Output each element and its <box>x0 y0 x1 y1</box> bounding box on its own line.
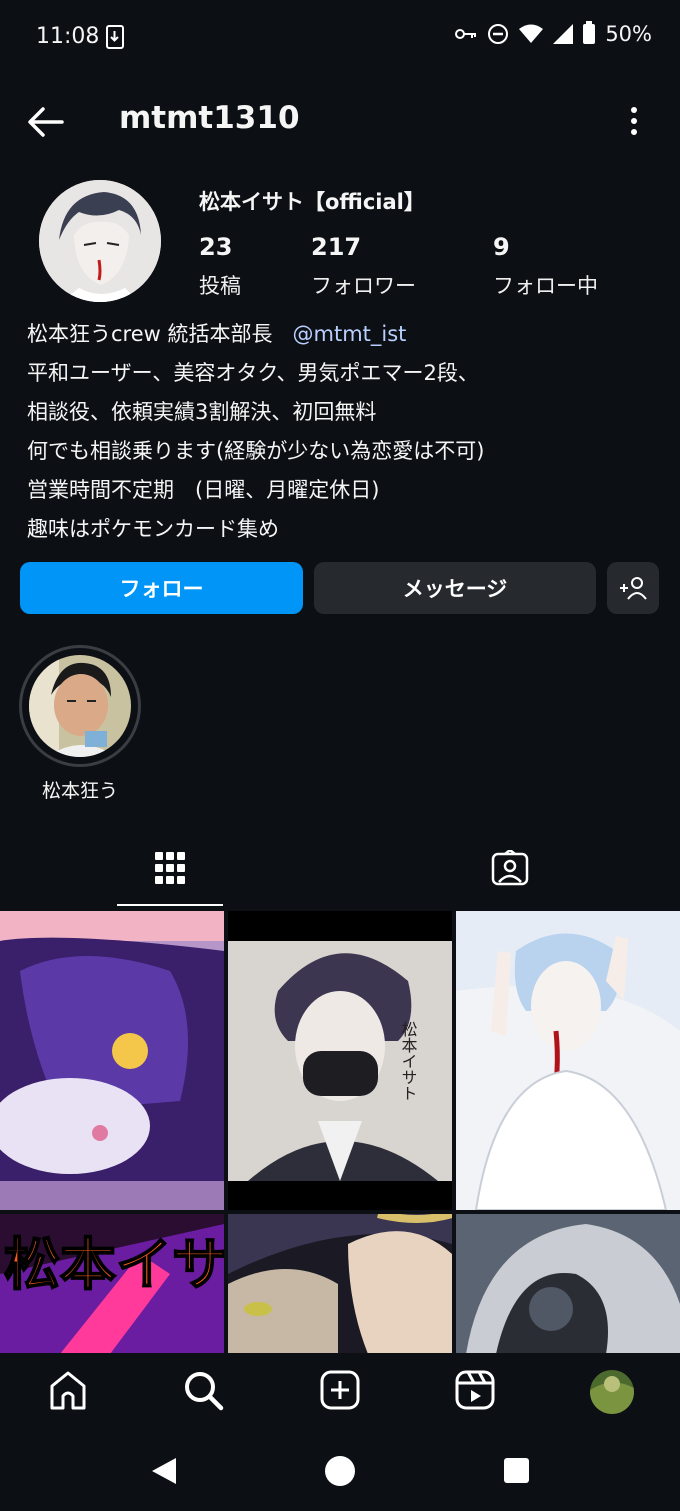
highlight-label[interactable]: 松本狂う <box>20 776 140 803</box>
posts-count[interactable]: 23 <box>199 233 232 261</box>
following-label[interactable]: フォロー中 <box>493 270 598 300</box>
vpn-key-icon <box>455 29 477 39</box>
recents-square-icon[interactable] <box>504 1458 529 1483</box>
highlight-cover[interactable] <box>29 655 131 757</box>
wifi-icon <box>519 24 544 43</box>
post-thumbnail[interactable] <box>456 1214 680 1354</box>
bio-line: 松本狂うcrew 統括本部長 <box>27 322 273 346</box>
add-person-icon <box>620 577 647 600</box>
bio-line: 相談役、依頼実績3割解決、初回無料 <box>27 400 377 424</box>
more-options-icon[interactable] <box>630 106 638 136</box>
download-notification-icon <box>106 25 124 49</box>
post-thumbnail[interactable] <box>228 1214 452 1354</box>
tagged-person-icon[interactable] <box>491 848 529 886</box>
follow-button[interactable]: フォロー <box>20 562 303 614</box>
artwork-signature: 松本イサト <box>399 1021 418 1101</box>
active-tab-indicator <box>117 904 223 906</box>
back-arrow-icon[interactable] <box>24 100 68 144</box>
bio-line: 何でも相談乗ります(経験が少ない為恋愛は不可) <box>27 439 485 463</box>
suggest-users-button[interactable] <box>607 562 659 614</box>
profile-bio: 松本狂うcrew 統括本部長 @mtmt_ist 平和ユーザー、美容オタク、男気ポ… <box>27 315 657 549</box>
following-count[interactable]: 9 <box>493 233 510 261</box>
followers-label[interactable]: フォロワー <box>311 270 416 300</box>
back-triangle-icon[interactable] <box>150 1456 178 1486</box>
profile-avatar-nav[interactable] <box>590 1370 634 1414</box>
create-icon[interactable] <box>318 1368 362 1412</box>
display-name: 松本イサト【official】 <box>199 190 425 214</box>
signal-icon <box>553 24 574 44</box>
post-thumbnail[interactable]: 松本イサト <box>228 911 452 1210</box>
post-thumbnail[interactable]: 松本イサト <box>0 1214 224 1354</box>
home-icon[interactable] <box>46 1368 90 1412</box>
followers-count[interactable]: 217 <box>311 233 361 261</box>
bio-line: 趣味はポケモンカード集め <box>27 517 279 541</box>
battery-percent: 50% <box>605 22 652 46</box>
posts-label[interactable]: 投稿 <box>199 270 241 300</box>
artwork-lettering: 松本イサト <box>4 1233 224 1298</box>
status-icons: 50% <box>455 21 652 46</box>
battery-icon <box>583 21 596 44</box>
post-thumbnail[interactable] <box>0 911 224 1210</box>
status-time: 11:08 <box>36 24 100 49</box>
bio-line: 営業時間不定期 (日曜、月曜定休日) <box>27 478 380 502</box>
bio-mention-link[interactable]: @mtmt_ist <box>293 322 407 346</box>
dnd-icon <box>488 24 509 44</box>
reels-icon[interactable] <box>453 1368 497 1412</box>
post-thumbnail[interactable] <box>456 911 680 1210</box>
bio-line: 平和ユーザー、美容オタク、男気ポエマー2段、 <box>27 361 479 385</box>
home-circle-icon[interactable] <box>325 1456 355 1486</box>
message-button[interactable]: メッセージ <box>314 562 596 614</box>
profile-username: mtmt1310 <box>119 100 300 136</box>
profile-avatar[interactable] <box>39 180 161 302</box>
search-icon[interactable] <box>181 1368 225 1412</box>
grid-icon[interactable] <box>154 850 186 886</box>
